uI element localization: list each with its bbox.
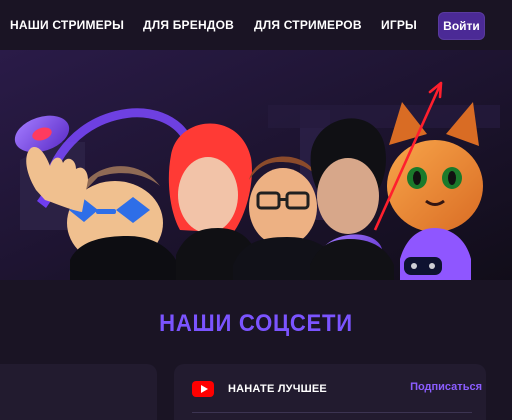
hero-banner (0, 50, 512, 280)
nav-our-streamers[interactable]: НАШИ СТРИМЕРЫ (10, 18, 124, 32)
cat-head (387, 140, 483, 232)
nav-for-brands[interactable]: ДЛЯ БРЕНДОВ (143, 18, 234, 32)
cat-left-pupil (413, 171, 421, 185)
top-navigation: НАШИ СТРИМЕРЫ ДЛЯ БРЕНДОВ ДЛЯ СТРИМЕРОВ … (0, 0, 512, 50)
login-button[interactable]: Войти (438, 12, 485, 40)
controller-button-1 (411, 263, 417, 269)
youtube-icon (192, 381, 214, 397)
social-card-youtube: НАНАТЕ ЛУЧШЕЕ Подписаться (174, 364, 486, 420)
social-card-left (0, 364, 157, 420)
section-title: НАШИ СОЦСЕТИ (159, 310, 353, 337)
game-controller (404, 257, 442, 275)
youtube-channel-row: НАНАТЕ ЛУЧШЕЕ Подписаться (192, 381, 482, 397)
page: НАШИ СТРИМЕРЫ ДЛЯ БРЕНДОВ ДЛЯ СТРИМЕРОВ … (0, 0, 512, 420)
glasses-bridge-2 (279, 198, 287, 201)
person-4-face (317, 158, 379, 234)
glasses-bridge (96, 209, 116, 214)
cat-right-pupil (448, 171, 456, 185)
controller-button-2 (429, 263, 435, 269)
hero-artwork (0, 50, 512, 280)
card-divider (192, 412, 472, 413)
person-2-face (178, 157, 238, 233)
nav-games[interactable]: ИГРЫ (381, 18, 417, 32)
subscribe-link[interactable]: Подписаться (410, 381, 482, 393)
nav-for-streamers[interactable]: ДЛЯ СТРИМЕРОВ (254, 18, 362, 32)
